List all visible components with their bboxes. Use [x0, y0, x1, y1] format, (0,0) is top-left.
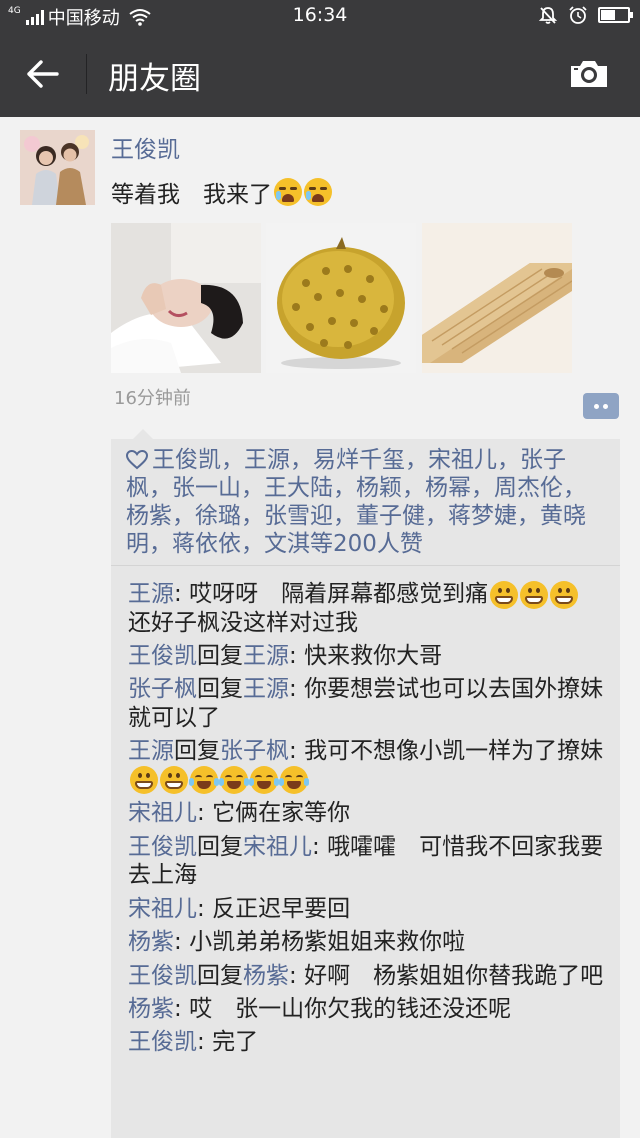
header-divider: [86, 54, 87, 94]
avatar-photo: [20, 130, 95, 205]
status-bar: 4G 中国移动 16:34: [0, 0, 640, 32]
likes-divider: [111, 565, 620, 566]
grin-emoji-icon: [550, 580, 579, 609]
commenter-name[interactable]: 宋祖儿: [128, 800, 197, 826]
comment-item[interactable]: 宋祖儿: 它俩在家等你: [128, 799, 616, 828]
camera-button[interactable]: [564, 52, 614, 96]
grin-emoji-icon: [490, 580, 519, 609]
post-photo-durian[interactable]: [266, 223, 416, 373]
commenter-name[interactable]: 王源: [128, 738, 174, 764]
interaction-panel: 王俊凯，王源，易烊千玺，宋祖儿，张子枫，张一山，王大陆，杨颖，杨幂，周杰伦，杨紫…: [111, 429, 620, 1138]
commenter-name[interactable]: 宋祖儿: [128, 896, 197, 922]
laugh-cry-emoji-icon: [219, 766, 249, 795]
back-button[interactable]: [16, 52, 70, 96]
battery-icon: [598, 7, 633, 23]
comment-text: 它俩在家等你: [212, 800, 351, 827]
comment-item[interactable]: 王俊凯回复王源: 快来救你大哥: [128, 642, 616, 671]
comment-item[interactable]: 张子枫回复王源: 你要想尝试也可以去国外撩妹就可以了: [128, 675, 616, 732]
likes-names: 王俊凯，王源，易烊千玺，宋祖儿，张子枫，张一山，王大陆，杨颖，杨幂，周杰伦，杨紫…: [126, 447, 586, 557]
comment-text: 完了: [212, 1029, 259, 1056]
comment-item[interactable]: 宋祖儿: 反正迟早要回: [128, 895, 616, 924]
commenter-name[interactable]: 王俊凯: [128, 643, 197, 669]
comment-text: 哎 张一山你欠我的钱还没还呢: [189, 995, 512, 1022]
mute-bell-icon: [538, 7, 558, 24]
reply-to-name[interactable]: 杨紫: [243, 963, 289, 989]
commenter-name[interactable]: 王俊凯: [128, 963, 197, 989]
post-photo-washboard[interactable]: [422, 223, 572, 373]
laugh-cry-emoji-icon: [249, 766, 279, 795]
camera-icon: [571, 61, 607, 87]
post-text: 等着我 我来了: [111, 175, 332, 209]
grin-emoji-icon: [160, 766, 188, 795]
reply-to-name[interactable]: 宋祖儿: [243, 834, 312, 860]
commenter-name[interactable]: 张子枫: [128, 676, 197, 702]
post-timestamp: 16分钟前: [114, 388, 191, 409]
comment-item[interactable]: 王源回复张子枫: 我可不想像小凯一样为了撩妹: [128, 737, 616, 795]
status-right: [538, 5, 633, 25]
laugh-cry-emoji-icon: [189, 766, 219, 795]
commenter-name[interactable]: 王俊凯: [128, 1029, 197, 1055]
comment-item[interactable]: 王俊凯回复杨紫: 好啊 杨紫姐姐你替我跪了吧: [128, 962, 616, 991]
post-photo-woman[interactable]: [111, 223, 261, 373]
page-title: 朋友圈: [108, 61, 201, 97]
heart-icon: [126, 450, 148, 470]
comment-text: 哎呀呀 隔着屏幕都感觉到痛: [189, 581, 489, 607]
back-arrow-icon: [27, 60, 59, 88]
comment-item[interactable]: 杨紫: 小凯弟弟杨紫姐姐来救你啦: [128, 928, 616, 957]
comment-text: 我可不想像小凯一样为了撩妹: [304, 738, 604, 765]
reply-to-name[interactable]: 王源: [243, 643, 289, 669]
top-bar: 朋友圈: [0, 32, 640, 117]
comment-item[interactable]: 王源: 哎呀呀 隔着屏幕都感觉到痛 还好子枫没这样对过我: [128, 580, 616, 637]
reply-to-name[interactable]: 张子枫: [220, 738, 289, 764]
grin-emoji-icon: [520, 580, 549, 609]
reply-to-name[interactable]: 王源: [243, 676, 289, 702]
alarm-icon: [569, 6, 587, 24]
comment-item[interactable]: 王俊凯回复宋祖儿: 哦嚯嚯 可惜我不回家我要去上海: [128, 833, 616, 890]
comment-text: 反正迟早要回: [212, 895, 351, 922]
likes-list[interactable]: 王俊凯，王源，易烊千玺，宋祖儿，张子枫，张一山，王大陆，杨颖，杨幂，周杰伦，杨紫…: [126, 446, 606, 558]
comment-action-button[interactable]: [583, 393, 619, 419]
comment-text: 小凯弟弟杨紫姐姐来救你啦: [189, 929, 466, 956]
comment-item[interactable]: 王俊凯: 完了: [128, 1028, 616, 1057]
commenter-name[interactable]: 杨紫: [128, 929, 174, 955]
comment-item[interactable]: 杨紫: 哎 张一山你欠我的钱还没还呢: [128, 995, 616, 1024]
commenter-name[interactable]: 杨紫: [128, 996, 174, 1022]
comment-text: 还好子枫没这样对过我: [128, 609, 358, 636]
comment-list: 王源: 哎呀呀 隔着屏幕都感觉到痛 还好子枫没这样对过我 王俊凯回复王源: 快来救…: [128, 580, 616, 1062]
crying-emoji-icon: [304, 178, 332, 206]
laugh-cry-emoji-icon: [279, 766, 309, 795]
post-body: 等着我 我来了: [111, 182, 272, 208]
crying-emoji-icon: [274, 178, 302, 206]
grin-emoji-icon: [130, 766, 158, 795]
commenter-name[interactable]: 王源: [128, 581, 174, 607]
comment-text: 好啊 杨紫姐姐你替我跪了吧: [304, 962, 604, 989]
author-name[interactable]: 王俊凯: [111, 130, 180, 164]
author-avatar[interactable]: [20, 130, 95, 205]
comment-text: 快来救你大哥: [304, 642, 443, 669]
commenter-name[interactable]: 王俊凯: [128, 834, 197, 860]
